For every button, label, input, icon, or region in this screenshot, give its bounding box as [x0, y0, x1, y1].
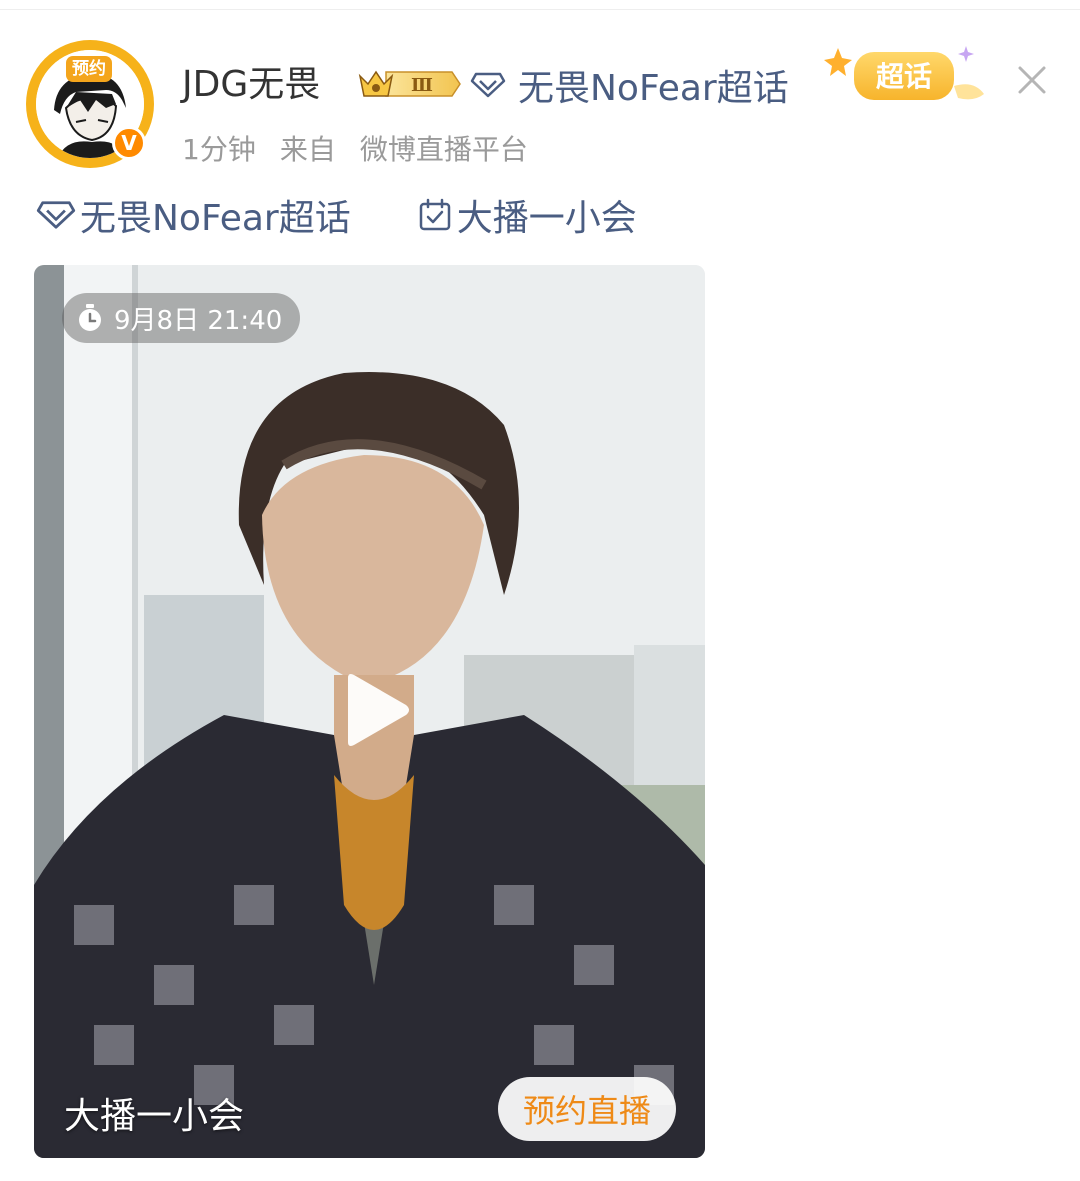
user-name[interactable]: JDG无畏: [182, 60, 320, 110]
top-divider: [0, 9, 1080, 10]
close-icon[interactable]: [1012, 60, 1052, 100]
scheduled-time-pill: 9月8日 21:40: [62, 293, 301, 343]
supertopic-badge-icon[interactable]: 超话: [824, 36, 992, 112]
play-icon[interactable]: [334, 670, 414, 750]
verified-icon: V: [112, 126, 146, 160]
post-source[interactable]: 微博直播平台: [360, 133, 528, 166]
stopwatch-icon: [79, 304, 101, 331]
tag-topic-label: 无畏NoFear超话: [80, 198, 351, 239]
supertopic-diamond-icon: [470, 72, 506, 98]
reservation-badge: 预约: [66, 56, 112, 82]
post-meta: 1分钟 来自 微博直播平台: [182, 130, 552, 170]
calendar-check-icon: [419, 198, 450, 231]
supertopic-badge-text: 超话: [876, 60, 932, 93]
live-preview-card[interactable]: 9月8日 21:40 大播一小会 预约直播: [34, 265, 705, 1158]
tag-topic[interactable]: 无畏NoFear超话: [36, 189, 351, 241]
source-prefix: 来自: [279, 133, 336, 166]
scheduled-time: 9月8日 21:40: [114, 305, 283, 336]
reserve-live-button[interactable]: 预约直播: [498, 1077, 676, 1141]
tag-row: 无畏NoFear超话 大播一小会: [36, 190, 637, 240]
crown-level-icon[interactable]: Ⅲ: [356, 66, 464, 102]
live-title: 大播一小会: [64, 1096, 245, 1137]
post-time: 1分钟: [182, 133, 256, 166]
supertopic-diamond-icon: [36, 201, 76, 229]
header-topic-label: 无畏NoFear超话: [518, 68, 789, 109]
tag-event-label: 大播一小会: [456, 198, 637, 239]
header-topic-link[interactable]: 无畏NoFear超话: [470, 60, 789, 110]
level-text: Ⅲ: [411, 75, 433, 96]
tag-event[interactable]: 大播一小会: [417, 189, 637, 241]
avatar[interactable]: 预约 V: [26, 40, 154, 168]
